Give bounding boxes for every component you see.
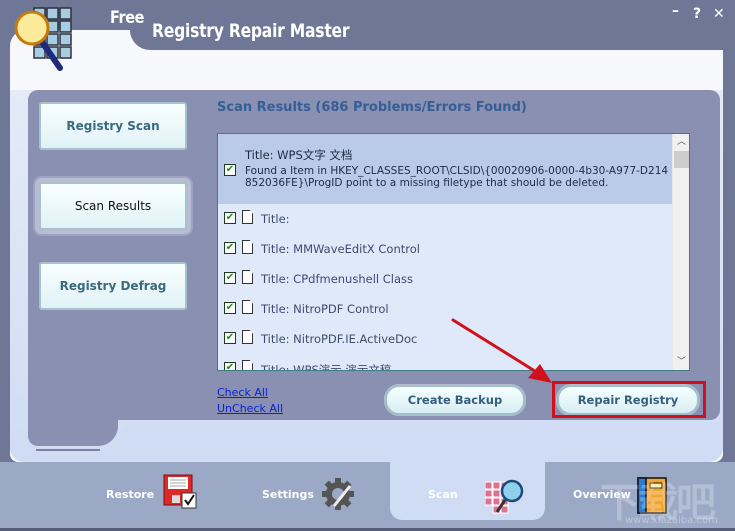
tab-label: Scan	[428, 488, 458, 501]
create-backup-button[interactable]: Create Backup	[385, 385, 525, 415]
content-panel-tail	[28, 410, 118, 446]
sidebar-item-registry-scan[interactable]: Registry Scan	[39, 102, 187, 150]
app-logo-icon	[14, 7, 72, 71]
item-title: Title: MMWaveEditX Control	[261, 242, 420, 256]
scroll-thumb[interactable]	[674, 151, 689, 168]
help-button[interactable]: ?	[693, 6, 701, 22]
item-checkbox[interactable]: ✔	[224, 332, 236, 344]
item-checkbox[interactable]: ✔	[224, 272, 236, 284]
item-title: Title: NitroPDF.IE.ActiveDoc	[261, 332, 418, 346]
tab-label: Restore	[106, 488, 155, 501]
list-item[interactable]: ✔ Title: CPdfmenushell Class	[218, 264, 673, 294]
sidebar-item-scan-results[interactable]: Scan Results	[39, 182, 187, 230]
item-checkbox[interactable]: ✔	[224, 302, 236, 314]
document-icon	[242, 360, 253, 370]
item-checkbox[interactable]: ✔	[224, 212, 236, 224]
list-scrollbar[interactable]: ︿ ﹀	[672, 134, 689, 370]
list-item-selected[interactable]: ✔ Title: WPS文字 文档 Found a Item in HKEY_C…	[218, 134, 673, 204]
app-title: Registry Repair Master	[152, 20, 350, 42]
scroll-down-icon[interactable]: ﹀	[673, 354, 689, 370]
item-checkbox[interactable]: ✔	[224, 164, 236, 176]
content-panel-cutout	[115, 423, 720, 453]
document-icon	[242, 300, 253, 314]
close-button[interactable]: ✕	[713, 6, 725, 22]
item-description: Found a Item in HKEY_CLASSES_ROOT\CLSID\…	[245, 165, 669, 189]
watermark-url: www.xiazaiba.com	[625, 515, 718, 526]
uncheck-all-link[interactable]: UnCheck All	[217, 402, 283, 415]
item-title: Title: NitroPDF Control	[261, 302, 389, 316]
list-item[interactable]: ✔ Title: NitroPDF Control	[218, 294, 673, 324]
list-item[interactable]: ✔ Title: NitroPDF.IE.ActiveDoc	[218, 324, 673, 354]
grid-magnifier-icon	[485, 479, 524, 514]
item-checkbox[interactable]: ✔	[224, 362, 236, 370]
item-title: Title: WPS演示 演示文稿	[261, 363, 392, 371]
item-checkbox[interactable]: ✔	[224, 242, 236, 254]
item-title: Title: WPS文字 文档	[245, 148, 353, 162]
app-title-free: Free	[110, 8, 144, 28]
tab-label: Settings	[262, 488, 314, 501]
list-item[interactable]: ✔ Title: MMWaveEditX Control	[218, 234, 673, 264]
document-icon	[242, 240, 253, 254]
document-icon	[242, 270, 253, 284]
item-title: Title: CPdfmenushell Class	[261, 272, 413, 286]
scroll-up-icon[interactable]: ︿	[673, 134, 689, 150]
tab-scan[interactable]: Scan	[390, 462, 545, 528]
sidebar-item-registry-defrag[interactable]: Registry Defrag	[39, 262, 187, 310]
results-list[interactable]: ✔ Title: WPS文字 文档 Found a Item in HKEY_C…	[217, 133, 690, 371]
check-all-link[interactable]: Check All	[217, 386, 268, 399]
tab-settings[interactable]: Settings	[250, 462, 370, 528]
minimize-button[interactable]: –	[672, 3, 679, 19]
item-title: Title:	[261, 212, 290, 226]
floppy-disk-icon	[163, 474, 197, 509]
list-item[interactable]: ✔ Title: WPS演示 演示文稿	[218, 354, 673, 371]
tab-restore[interactable]: Restore	[95, 462, 205, 528]
list-item[interactable]: ✔ Title:	[218, 204, 673, 234]
document-icon	[242, 330, 253, 344]
document-icon	[242, 210, 253, 224]
gear-icon	[322, 478, 354, 510]
annotation-highlight-box	[552, 381, 706, 418]
divider	[36, 449, 100, 451]
results-heading: Scan Results (686 Problems/Errors Found)	[217, 100, 527, 115]
